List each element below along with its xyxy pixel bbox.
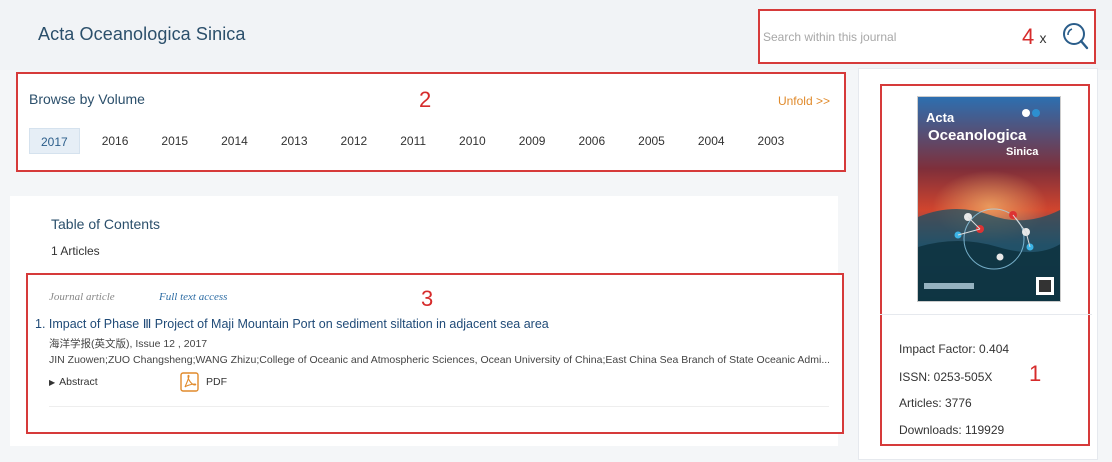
annotation-marker-1: 1 [1029, 361, 1042, 386]
cover-title-line-3: Sinica [1006, 146, 1039, 158]
full-text-access-badge: Full text access [159, 291, 228, 303]
year-2003[interactable]: 2003 [747, 128, 796, 154]
download-total: Downloads: 119929 [899, 423, 1005, 437]
pdf-label: PDF [206, 376, 227, 388]
year-2017[interactable]: 2017 [29, 128, 80, 154]
article-total: Articles: 3776 [899, 396, 972, 410]
year-2015[interactable]: 2015 [150, 128, 199, 154]
year-2006[interactable]: 2006 [567, 128, 616, 154]
volume-year-list: 2017 2016 2015 2014 2013 2012 2011 2010 … [29, 128, 806, 154]
year-2016[interactable]: 2016 [91, 128, 140, 154]
year-2013[interactable]: 2013 [270, 128, 319, 154]
article-type: Journal article [49, 291, 115, 303]
cover-artwork: Acta Oceanologica Sinica [918, 97, 1060, 301]
search-button[interactable] [1060, 21, 1090, 51]
divider [880, 314, 1092, 315]
cover-title-line-2: Oceanologica [928, 127, 1027, 144]
article-item: Journal article Full text access 3 1. Im… [26, 273, 844, 434]
pdf-download-link[interactable]: PDF [180, 372, 227, 392]
article-source: 海洋学报(英文版), Issue 12 , 2017 [49, 338, 208, 350]
clear-search-button[interactable]: x [1033, 28, 1053, 48]
journal-info-frame: Acta Oceanologica Sinica Impact Factor: … [880, 84, 1092, 446]
year-2011[interactable]: 2011 [389, 128, 437, 154]
journal-info-sidebar: Acta Oceanologica Sinica Impact Factor: … [858, 68, 1098, 460]
toc-title: Table of Contents [51, 216, 160, 232]
page-header: Acta Oceanologica Sinica 4 x [0, 0, 1112, 70]
search-input[interactable] [763, 25, 993, 49]
article-title-link[interactable]: 1. Impact of Phase Ⅲ Project of Maji Mou… [35, 316, 549, 331]
caret-right-icon: ▶ [49, 378, 56, 387]
pdf-icon [180, 372, 199, 392]
year-2009[interactable]: 2009 [508, 128, 557, 154]
year-2010[interactable]: 2010 [448, 128, 497, 154]
abstract-label: Abstract [59, 376, 98, 388]
article-count: 1 Articles [51, 244, 100, 258]
journal-cover-image[interactable]: Acta Oceanologica Sinica [917, 96, 1061, 302]
annotation-marker-2: 2 [419, 87, 432, 112]
year-2012[interactable]: 2012 [330, 128, 379, 154]
article-authors: JIN Zuowen;ZUO Changsheng;WANG Zhizu;Col… [49, 354, 829, 366]
year-2004[interactable]: 2004 [687, 128, 736, 154]
browse-title: Browse by Volume [29, 91, 145, 107]
unfold-link[interactable]: Unfold >> [778, 94, 830, 108]
year-2014[interactable]: 2014 [210, 128, 259, 154]
impact-factor: Impact Factor: 0.404 [899, 342, 1010, 356]
issn: ISSN: 0253-505X [899, 370, 993, 384]
year-2005[interactable]: 2005 [627, 128, 676, 154]
journal-title[interactable]: Acta Oceanologica Sinica [38, 24, 246, 45]
abstract-toggle[interactable]: ▶ Abstract [49, 376, 98, 388]
browse-by-volume-panel: Browse by Volume 2 Unfold >> 2017 2016 2… [16, 72, 846, 172]
search-icon [1063, 23, 1089, 50]
divider [49, 406, 829, 407]
cover-title-line-1: Acta [926, 110, 955, 125]
search-box: 4 x [758, 9, 1096, 64]
annotation-marker-3: 3 [421, 286, 434, 311]
table-of-contents-panel: Table of Contents 1 Articles Journal art… [10, 196, 844, 446]
